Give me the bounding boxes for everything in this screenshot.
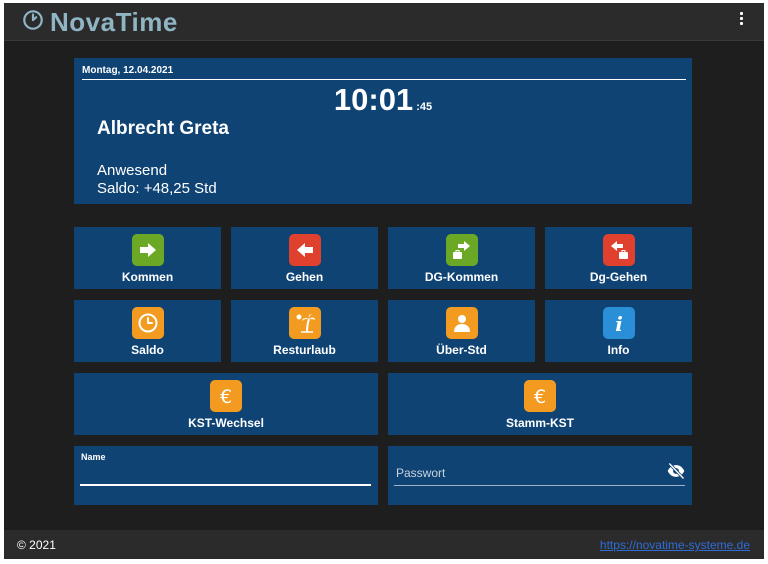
info-label: Info xyxy=(607,343,630,357)
briefcase-arrow-right-icon xyxy=(445,234,478,266)
presence-status: Anwesend xyxy=(97,162,168,179)
name-input[interactable] xyxy=(80,464,374,486)
current-seconds: :45 xyxy=(416,101,433,113)
briefcase-arrow-left-icon xyxy=(602,234,635,266)
dg-kommen-button[interactable]: DG-Kommen xyxy=(388,227,535,289)
kommen-label: Kommen xyxy=(121,270,174,284)
footer: © 2021 https://novatime-systeme.de xyxy=(4,530,764,559)
arrow-right-icon xyxy=(131,234,164,266)
kommen-button[interactable]: Kommen xyxy=(74,227,221,289)
copyright-text: © 2021 xyxy=(17,538,56,552)
svg-text:€: € xyxy=(534,386,546,408)
stamm-kst-label: Stamm-KST xyxy=(505,416,574,430)
brand: NovaTime xyxy=(22,7,178,38)
svg-text:€: € xyxy=(220,386,232,408)
euro-icon: € xyxy=(210,380,242,412)
website-link[interactable]: https://novatime-systeme.de xyxy=(600,538,750,552)
name-label: Name xyxy=(81,452,106,462)
brand-name: NovaTime xyxy=(50,7,178,37)
employee-name: Albrecht Greta xyxy=(97,118,229,139)
ueber-std-button[interactable]: Über-Std xyxy=(388,300,535,362)
info-icon: i xyxy=(602,307,635,339)
kebab-menu-icon[interactable] xyxy=(736,12,746,30)
status-panel: Montag, 12.04.2021 10:01:45 Albrecht Gre… xyxy=(74,58,692,204)
palm-tree-icon xyxy=(288,307,321,339)
person-icon xyxy=(445,307,478,339)
resturlaub-button[interactable]: Resturlaub xyxy=(231,300,378,362)
euro-icon: € xyxy=(524,380,556,412)
clock-icon xyxy=(131,307,164,339)
clock: 10:01:45 xyxy=(74,82,692,118)
name-underline xyxy=(80,484,371,486)
resturlaub-label: Resturlaub xyxy=(273,343,336,357)
password-input[interactable] xyxy=(394,462,658,484)
gehen-button[interactable]: Gehen xyxy=(231,227,378,289)
ueber-std-label: Über-Std xyxy=(436,343,487,357)
password-underline xyxy=(394,485,685,486)
dg-kommen-label: DG-Kommen xyxy=(424,270,499,284)
top-bar: NovaTime xyxy=(4,3,764,41)
dg-gehen-button[interactable]: Dg-Gehen xyxy=(545,227,692,289)
stamm-kst-button[interactable]: € Stamm-KST xyxy=(388,373,692,435)
gehen-label: Gehen xyxy=(285,270,324,284)
kst-wechsel-button[interactable]: € KST-Wechsel xyxy=(74,373,378,435)
app-frame: NovaTime Montag, 12.04.2021 10:01:45 Alb… xyxy=(4,3,764,559)
arrow-left-icon xyxy=(288,234,321,266)
eye-slash-icon[interactable] xyxy=(666,461,686,481)
saldo-label: Saldo xyxy=(131,343,164,357)
svg-text:i: i xyxy=(615,312,623,335)
current-date: Montag, 12.04.2021 xyxy=(82,65,174,76)
current-time: 10:01 xyxy=(333,82,414,117)
kst-wechsel-label: KST-Wechsel xyxy=(188,416,264,430)
clock-logo-icon xyxy=(22,9,44,36)
name-field-container: Name xyxy=(74,446,378,505)
divider xyxy=(82,79,686,80)
dg-gehen-label: Dg-Gehen xyxy=(589,270,648,284)
saldo-value: Saldo: +48,25 Std xyxy=(97,180,217,197)
saldo-button[interactable]: Saldo xyxy=(74,300,221,362)
password-field-container xyxy=(388,446,692,505)
info-button[interactable]: i Info xyxy=(545,300,692,362)
